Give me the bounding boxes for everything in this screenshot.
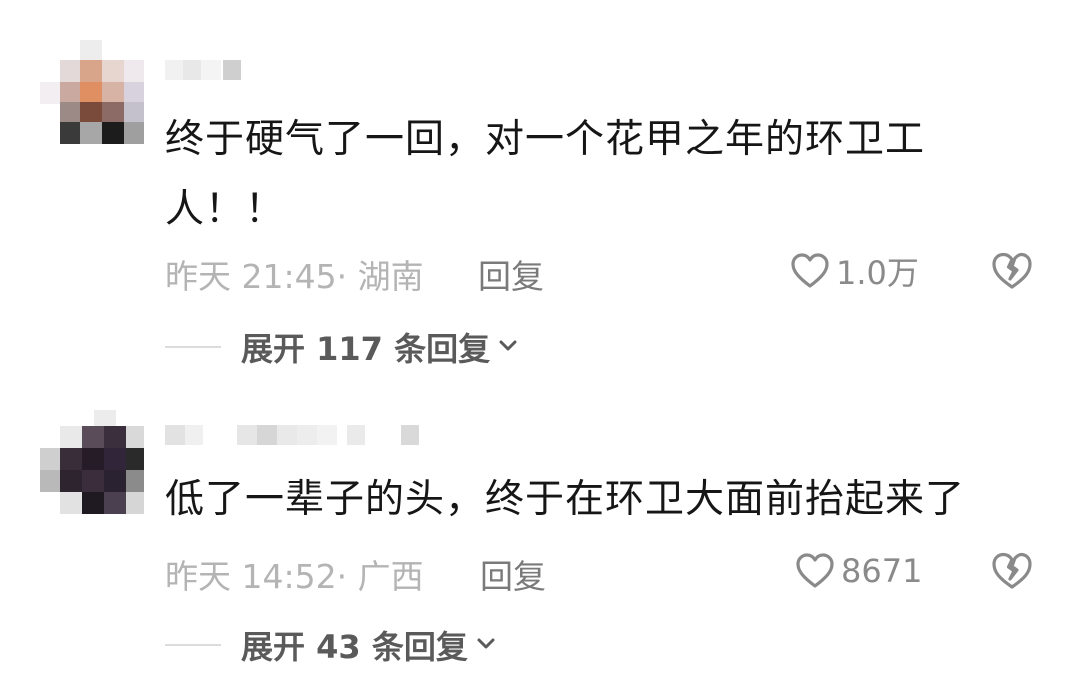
comment-item: 低了一辈子的头，终于在环卫大面前抬起来了 昨天 14:52· 广西 回复 867… [0, 390, 1080, 692]
divider [165, 644, 221, 646]
reply-button[interactable]: 回复 [480, 550, 546, 598]
heart-outline-icon [790, 252, 830, 290]
like-button[interactable]: 8671 [795, 551, 922, 591]
avatar[interactable] [40, 410, 144, 514]
expand-replies-label: 展开 43 条回复 [241, 628, 468, 666]
like-button[interactable]: 1.0万 [790, 251, 919, 292]
comment-meta: 昨天 21:45· 湖南 [165, 257, 424, 296]
heart-outline-icon [795, 552, 835, 590]
expand-replies-label: 展开 117 条回复 [241, 330, 491, 368]
username-blurred[interactable] [165, 425, 425, 445]
like-count: 8671 [841, 552, 923, 590]
dislike-button[interactable] [990, 551, 1034, 595]
chevron-down-icon [498, 338, 518, 357]
expand-replies-button[interactable]: 展开 43 条回复 [165, 625, 496, 666]
avatar[interactable] [40, 40, 144, 144]
chevron-down-icon [476, 636, 496, 655]
broken-heart-icon [990, 552, 1034, 595]
username-blurred[interactable] [165, 60, 255, 80]
comment-text: 终于硬气了一回，对一个花甲之年的环卫工人！！ [165, 117, 926, 232]
divider [165, 346, 221, 348]
broken-heart-icon [990, 252, 1034, 295]
comment-text: 低了一辈子的头，终于在环卫大面前抬起来了 [165, 477, 966, 522]
reply-button[interactable]: 回复 [478, 250, 544, 298]
like-count: 1.0万 [836, 254, 919, 292]
expand-replies-button[interactable]: 展开 117 条回复 [165, 327, 518, 368]
dislike-button[interactable] [990, 251, 1034, 295]
comment-meta: 昨天 14:52· 广西 [165, 557, 424, 596]
comment-item: 终于硬气了一回，对一个花甲之年的环卫工人！！ 昨天 21:45· 湖南 回复 1… [0, 0, 1080, 390]
